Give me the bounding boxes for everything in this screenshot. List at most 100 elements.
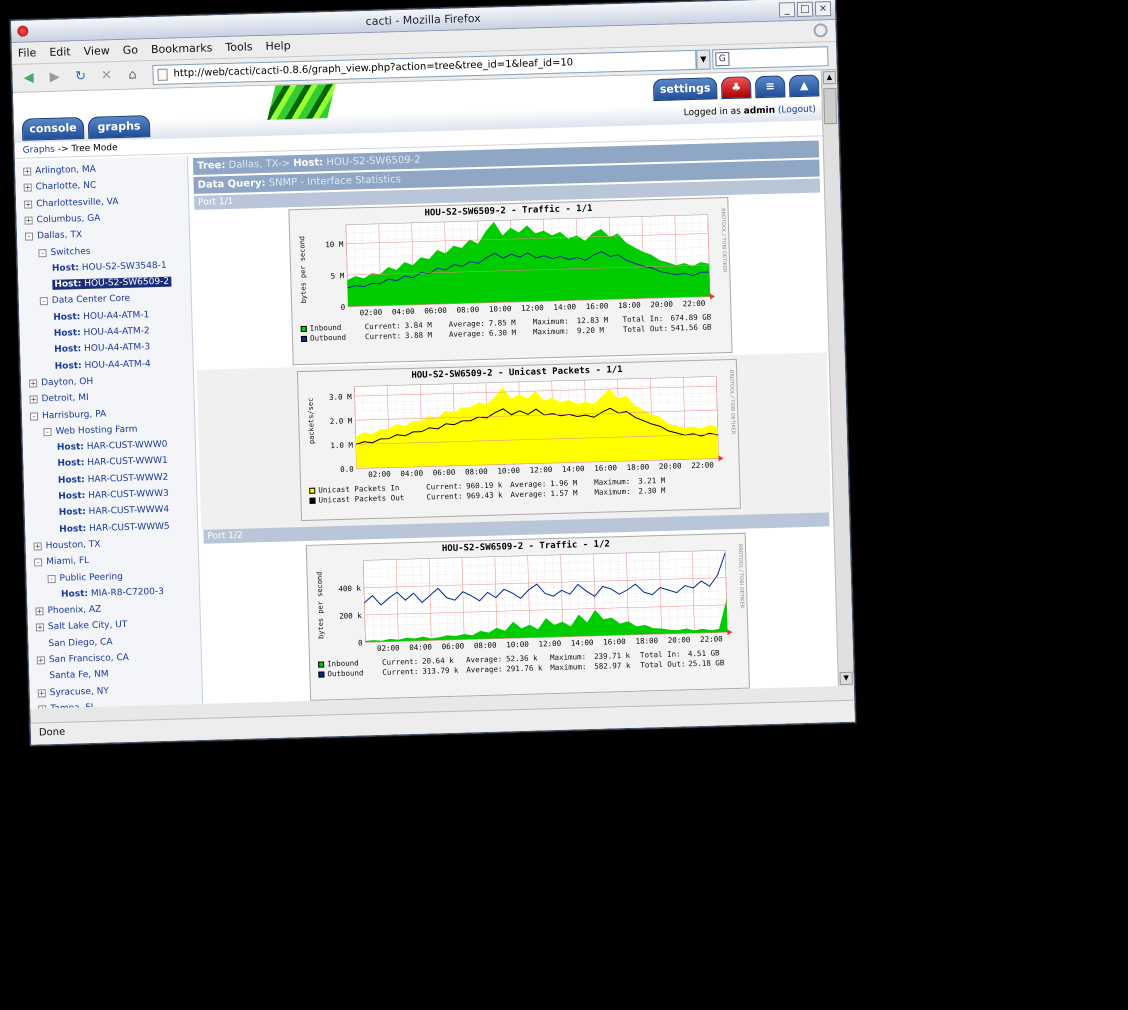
tree-host-item[interactable]: Host: HOU-A4-ATM-3: [54, 343, 150, 356]
collapse-icon[interactable]: -: [29, 411, 39, 421]
list-view-icon[interactable]: ≡: [754, 75, 786, 99]
tree-item[interactable]: - Web Hosting Farm: [43, 424, 138, 437]
expand-icon[interactable]: +: [38, 705, 47, 709]
tree-host-item[interactable]: Host: MIA-R8-C7200-3: [61, 587, 164, 600]
expand-icon[interactable]: +: [36, 656, 46, 665]
x-tick-label: 22:00: [700, 634, 723, 644]
menu-go[interactable]: Go: [123, 43, 139, 56]
traffic-1-1-graph[interactable]: HOU-S2-SW6509-2 - Traffic - 1/1 0 5 M 10 M0…: [288, 197, 733, 366]
tree-item-label: Host: HOU-A4-ATM-3: [54, 343, 150, 356]
tree-item[interactable]: - Dallas, TX: [24, 230, 82, 242]
collapse-icon[interactable]: -: [47, 574, 56, 583]
tree-host-item[interactable]: Host: HOU-S2-SW6509-2: [52, 276, 172, 291]
scroll-up-icon[interactable]: ▲: [822, 70, 837, 85]
tree-host-item[interactable]: Host: HAR-CUST-WWW5: [59, 521, 170, 534]
tree-item[interactable]: + Charlottesville, VA: [24, 197, 119, 210]
maximize-button[interactable]: □: [796, 1, 814, 18]
menu-tools[interactable]: Tools: [225, 40, 252, 54]
tree-host-item[interactable]: Host: HOU-S2-SW3548-1: [52, 261, 167, 274]
expand-icon[interactable]: +: [33, 542, 42, 551]
graph-tree: + Arlington, MA + Charlotte, NC + Charlottesv…: [14, 156, 204, 709]
tree-item[interactable]: + Syracuse, NY: [37, 686, 109, 698]
back-arrow-icon[interactable]: ◀: [18, 68, 39, 89]
scroll-down-icon[interactable]: ▼: [839, 671, 853, 686]
tree-item[interactable]: + Detroit, MI: [29, 393, 89, 405]
traffic-1-2-graph[interactable]: HOU-S2-SW6509-2 - Traffic - 1/2 0 200 k 400…: [305, 532, 750, 701]
expand-icon[interactable]: +: [37, 688, 46, 698]
tree-host-item[interactable]: Host: HAR-CUST-WWW0: [57, 440, 168, 453]
forward-arrow-icon[interactable]: ▶: [44, 67, 65, 88]
menu-help[interactable]: Help: [265, 39, 290, 53]
collapse-icon[interactable]: -: [43, 427, 52, 437]
expand-icon[interactable]: +: [29, 379, 38, 388]
y-axis-label: packets/sec: [306, 397, 316, 445]
breadcrumb-graphs-link[interactable]: Graphs: [23, 145, 56, 156]
tree-item-label: Host: HOU-A4-ATM-2: [54, 326, 150, 339]
menu-view[interactable]: View: [83, 44, 109, 58]
menu-file[interactable]: File: [18, 46, 37, 60]
screen: cacti - Mozilla Firefox _ □ × File Edit …: [0, 0, 1128, 1010]
tree-item[interactable]: Santa Fe, NM: [37, 670, 109, 682]
tree-item[interactable]: - Miami, FL: [34, 556, 89, 568]
scroll-thumb[interactable]: [823, 87, 838, 125]
expand-icon[interactable]: +: [24, 200, 33, 209]
tree-host-item[interactable]: Host: HAR-CUST-WWW2: [58, 472, 169, 485]
tree-item[interactable]: + Arlington, MA: [23, 165, 96, 177]
tree-item[interactable]: + Charlotte, NC: [23, 181, 96, 193]
tree-item-text: HOU-A4-ATM-4: [84, 358, 151, 371]
reload-icon[interactable]: ↻: [70, 66, 91, 87]
tree-item[interactable]: - Harrisburg, PA: [29, 409, 106, 421]
stop-icon[interactable]: ✕: [96, 66, 117, 87]
legend-average-label: Average:: [465, 654, 503, 665]
tree-view-icon[interactable]: ♣: [720, 76, 752, 100]
tree-item[interactable]: + Phoenix, AZ: [35, 605, 101, 617]
home-icon[interactable]: ⌂: [122, 65, 143, 86]
tree-item-label: Public Peering: [59, 572, 123, 584]
close-button[interactable]: ×: [814, 1, 832, 17]
tree-host-item[interactable]: Host: HOU-A4-ATM-2: [54, 326, 150, 339]
expand-icon[interactable]: +: [35, 623, 45, 632]
collapse-icon[interactable]: -: [34, 558, 43, 567]
tree-item[interactable]: - Data Center Core: [39, 294, 131, 307]
tab-console[interactable]: console: [21, 116, 85, 141]
collapse-icon[interactable]: -: [24, 232, 34, 241]
tree-item[interactable]: + Salt Lake City, UT: [35, 620, 128, 633]
tree-item[interactable]: - Public Peering: [47, 572, 123, 584]
host-prefix: Host:: [51, 262, 80, 274]
minimize-button[interactable]: _: [778, 2, 796, 18]
url-dropdown-button[interactable]: ▼: [696, 49, 711, 70]
tab-settings[interactable]: settings: [652, 77, 718, 102]
tree-host-item[interactable]: Host: HAR-CUST-WWW3: [58, 489, 169, 502]
collapse-icon[interactable]: -: [39, 297, 48, 306]
tree-item[interactable]: San Diego, CA: [36, 637, 112, 649]
tab-graphs[interactable]: graphs: [87, 115, 151, 139]
logout-link[interactable]: (Logout): [778, 105, 816, 116]
tree-item[interactable]: + Houston, TX: [33, 540, 101, 552]
tree-host-item[interactable]: Host: HOU-A4-ATM-4: [55, 359, 151, 372]
tree-item[interactable]: + San Francisco, CA: [36, 653, 129, 666]
expand-icon[interactable]: +: [29, 395, 38, 404]
legend-average: 52.36 k: [505, 653, 538, 664]
tree-item[interactable]: - Switches: [38, 246, 91, 257]
x-tick-label: 06:00: [442, 642, 465, 652]
collapse-icon[interactable]: -: [38, 248, 47, 257]
tree-item[interactable]: + Dayton, OH: [29, 377, 93, 389]
legend-current: 969.43 k: [466, 490, 503, 501]
tree-host-item[interactable]: Host: HAR-CUST-WWW4: [59, 505, 170, 518]
expand-icon[interactable]: +: [24, 216, 33, 225]
menu-edit[interactable]: Edit: [49, 45, 71, 59]
preview-view-icon[interactable]: ▲: [788, 74, 820, 98]
expand-icon[interactable]: +: [23, 167, 32, 176]
tree-host-item[interactable]: Host: HOU-A4-ATM-1: [53, 310, 149, 323]
tree-item[interactable]: + Columbus, GA: [24, 213, 100, 225]
menu-bookmarks[interactable]: Bookmarks: [151, 41, 213, 56]
window-title: cacti - Mozilla Firefox: [365, 11, 481, 29]
tree-item-text: Dayton, OH: [41, 376, 94, 389]
tree-item[interactable]: +Tampa, FL: [38, 703, 96, 709]
host-prefix: Host:: [54, 344, 82, 356]
tree-host-item[interactable]: Host: HAR-CUST-WWW1: [57, 456, 168, 469]
search-input[interactable]: G: [712, 46, 829, 70]
unicast-1-1-graph[interactable]: HOU-S2-SW6509-2 - Unicast Packets - 1/1 0…: [296, 358, 741, 522]
expand-icon[interactable]: +: [23, 183, 32, 192]
expand-icon[interactable]: +: [35, 607, 44, 616]
